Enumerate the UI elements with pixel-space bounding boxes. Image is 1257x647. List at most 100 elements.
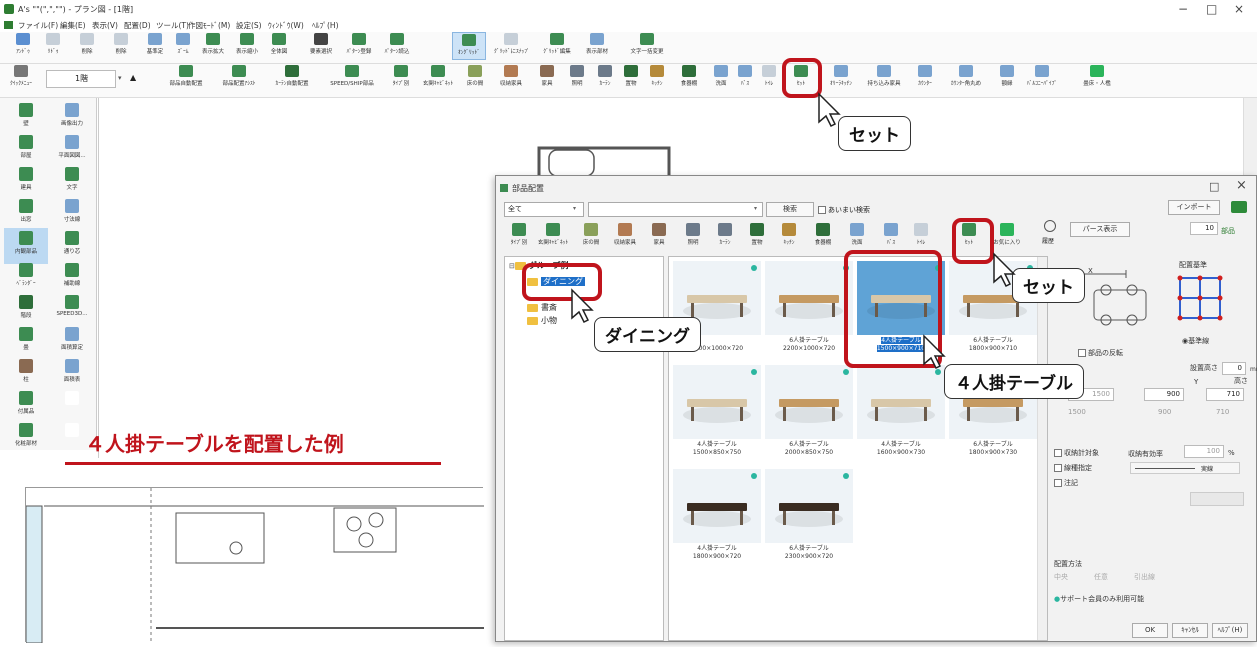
menu-place[interactable]: 配置(D) [124,20,151,31]
method-any[interactable]: 任意 [1094,572,1108,582]
line-type-select[interactable]: 実線 [1130,462,1240,474]
dialog-tool-5[interactable]: 照明 [676,222,710,252]
dialog-tool-3[interactable]: 収納家具 [608,222,642,252]
base-line-radio[interactable]: ◉基準線 [1182,336,1209,346]
tb2-counter-button[interactable]: ｶｳﾝﾀｰ [908,64,942,92]
floor-select[interactable]: 1階 [46,70,116,88]
dialog-tool-1[interactable]: 玄関ｷｬﾋﾞﾈｯﾄ [536,222,570,252]
zoom-button[interactable]: ｽﾞｰﾑ [166,32,200,60]
search-chevron-icon[interactable]: ▾ [754,205,757,212]
menu-drawmode[interactable]: 作図ﾓｰﾄﾞ(M) [188,20,230,31]
redo-button[interactable]: ﾘﾄﾞｩ [36,32,70,60]
depth-field[interactable]: 900 [1144,388,1184,401]
tb2-type-button[interactable]: ﾀｲﾌﾟ別 [384,64,418,92]
dialog-tool-2[interactable]: 床の間 [574,222,608,252]
part-thumbnail[interactable]: 6人掛テーブル 2200×1000×720 [765,261,853,359]
tb2-storage-button[interactable]: 収納家具 [494,64,528,92]
excel-icon[interactable] [1231,201,1247,213]
dialog-tool-7[interactable]: 置物 [740,222,774,252]
height-field[interactable]: 710 [1206,388,1244,401]
grid-scrollbar[interactable] [1037,257,1047,640]
dialog-tool-4[interactable]: 家具 [642,222,676,252]
sidebar-item-1[interactable]: 画像出力 [50,100,94,136]
tb2-plant-button[interactable]: 畳床・人檻 [1072,64,1122,92]
flip-check-icon[interactable] [1078,349,1086,357]
sidebar-item-14[interactable]: 畳 [4,324,48,360]
curtain-auto-button[interactable]: ｶｰﾃﾝ自動配置 [266,64,318,92]
triangle-up-icon[interactable]: ▲ [130,73,136,82]
zoom-out-button[interactable]: 表示縮小 [230,32,264,60]
sidebar-item-20[interactable]: 化粧部材 [4,420,48,456]
sidebar-item-6[interactable]: 出窓 [4,196,48,232]
chevron-down-icon[interactable]: ▾ [118,74,122,82]
dialog-tool-0[interactable]: ﾀｲﾌﾟ別 [502,222,536,252]
flip-checkbox[interactable]: 部品の反転 [1078,348,1123,358]
grid-snap-button[interactable]: ｸﾞﾘｯﾄﾞにｽﾅｯﾌﾟ [494,32,528,60]
fit-all-button[interactable]: 全体図 [262,32,296,60]
tb2-kitchen-button[interactable]: ｷｯﾁﾝ [640,64,674,92]
sidebar-item-2[interactable]: 部屋 [4,132,48,168]
help-button[interactable]: ﾍﾙﾌﾟ(H) [1212,623,1248,638]
cancel-button[interactable]: ｷｬﾝｾﾙ [1172,623,1208,638]
delete-button[interactable]: 削除 [70,32,104,60]
display-parts-button[interactable]: 表示部材 [580,32,614,60]
dialog-maximize-icon[interactable]: □ [1209,180,1219,193]
dialog-tool-11[interactable]: ﾊﾞｽ [874,222,908,252]
dialog-tool-8[interactable]: ｷｯﾁﾝ [772,222,806,252]
import-button[interactable]: インポート [1168,200,1220,215]
storage-checkbox[interactable]: 収納計対象 [1054,448,1099,458]
note-check-icon[interactable] [1054,479,1062,487]
tb2-frame-button[interactable]: 額縁 [990,64,1024,92]
tb2-furniture-button[interactable]: 家具 [530,64,564,92]
sidebar-item-18[interactable]: 付属品 [4,388,48,424]
close-icon[interactable]: × [1234,2,1244,16]
menu-file[interactable]: ファイル(F) [18,20,58,31]
dialog-tool-14[interactable]: お気に入り [990,222,1024,252]
tb2-toilet-button[interactable]: ﾄｲﾚ [752,64,786,92]
sidebar-item-9[interactable]: 通り芯 [50,228,94,264]
part-thumbnail[interactable]: 6人掛テーブル 2300×900×720 [765,469,853,567]
sidebar-item-0[interactable]: 壁 [4,100,48,136]
dialog-tool-9[interactable]: 食器棚 [806,222,840,252]
grid-on-button[interactable]: ｵﾝｸﾞﾘｯﾄﾞ [452,32,486,60]
sidebar-item-17[interactable]: 面積表 [50,356,94,392]
pattern-load-button[interactable]: ﾊﾟﾀｰﾝ読込 [380,32,414,60]
undo-button[interactable]: ｱﾝﾄﾞｩ [6,32,40,60]
dialog-tool-12[interactable]: ﾄｲﾚ [904,222,938,252]
sidebar-item-16[interactable]: 柱 [4,356,48,392]
menu-help[interactable]: ﾍﾙﾌﾟ(H) [312,20,339,31]
sidebar-item-15[interactable]: 面積算定 [50,324,94,360]
method-leader[interactable]: 引出線 [1134,572,1155,582]
minimize-icon[interactable]: − [1178,2,1188,16]
part-thumbnail[interactable]: 6人掛テーブル 2000×850×750 [765,365,853,463]
dialog-tool-6[interactable]: ｶｰﾃﾝ [708,222,742,252]
filter-chevron-icon[interactable]: ▾ [573,205,576,212]
tb2-alcove-button[interactable]: 床の間 [458,64,492,92]
dialog-close-icon[interactable]: × [1236,178,1247,193]
note-detail-button[interactable] [1190,492,1244,506]
tb2-balcony-button[interactable]: ﾊﾞﾙｺﾆｰﾊﾟｲﾌﾟ [1022,64,1062,92]
placement-ref-grid[interactable] [1174,272,1226,324]
quick-menu-button[interactable]: ｸｲｯｸﾒﾆｭｰ [4,64,38,92]
maximize-icon[interactable]: □ [1206,2,1217,16]
select-button[interactable]: 要素選択 [304,32,338,60]
storage-check-icon[interactable] [1054,449,1062,457]
tb2-cupboard-button[interactable]: 食器棚 [672,64,706,92]
part-thumbnail[interactable]: 4人掛テーブル 1500×850×750 [673,365,761,463]
tree-item-study[interactable]: 書斎 [527,302,557,313]
pers-button[interactable]: パース表示 [1070,222,1130,237]
sidebar-item-12[interactable]: 階段 [4,292,48,328]
sidebar-item-4[interactable]: 建具 [4,164,48,200]
tree-item-small[interactable]: 小物 [527,315,557,326]
zoom-in-button[interactable]: 表示拡大 [196,32,230,60]
sidebar-item-5[interactable]: 文字 [50,164,94,200]
fuzzy-checkbox[interactable]: あいまい検索 [818,205,870,215]
method-center[interactable]: 中央 [1054,572,1068,582]
sidebar-item-19[interactable] [50,388,94,424]
note-checkbox[interactable]: 注記 [1054,478,1078,488]
tb2-counter-round-button[interactable]: ｶｳﾝﾀｰ角丸め [944,64,988,92]
tb2-entrance-button[interactable]: 玄関ｷｬﾋﾞﾈｯﾄ [418,64,458,92]
sidebar-item-13[interactable]: SPEED3D... [50,292,94,328]
menu-view[interactable]: 表示(V) [92,20,118,31]
sidebar-item-8[interactable]: 内観部品 [4,228,48,264]
